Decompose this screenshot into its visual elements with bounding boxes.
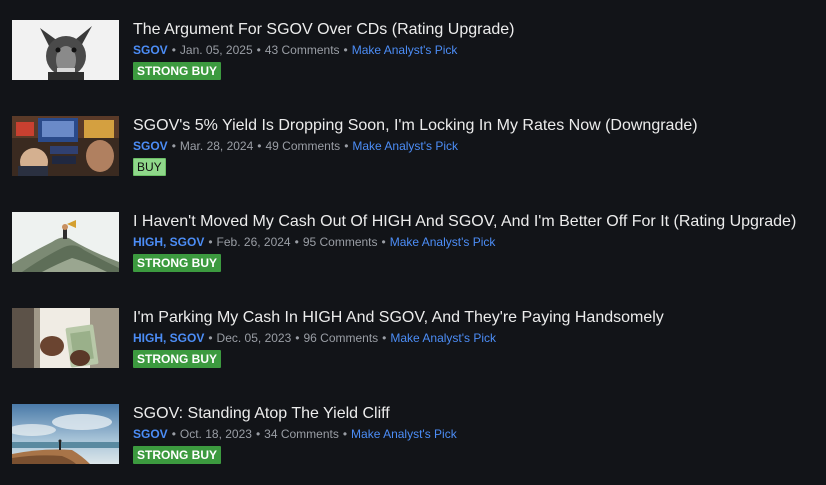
rating-badge: STRONG BUY <box>133 350 222 368</box>
rating-badge: BUY <box>133 158 166 176</box>
ticker-link[interactable]: SGOV <box>133 43 168 57</box>
comments-count[interactable]: 95 Comments <box>303 235 378 249</box>
separator-dot: • <box>342 427 348 441</box>
article-item: SGOV: Standing Atop The Yield Cliff SGOV… <box>12 404 812 466</box>
ticker-link[interactable]: HIGH, SGOV <box>133 331 204 345</box>
article-title[interactable]: I'm Parking My Cash In HIGH And SGOV, An… <box>133 308 664 328</box>
separator-dot: • <box>208 331 213 345</box>
separator-dot: • <box>255 427 261 441</box>
article-date: Dec. 05, 2023 <box>216 331 292 345</box>
article-title[interactable]: The Argument For SGOV Over CDs (Rating U… <box>133 20 514 40</box>
article-date: Mar. 28, 2024 <box>179 139 254 153</box>
article-meta: SGOV • Oct. 18, 2023 • 34 Comments • Make Anal… <box>133 426 457 442</box>
separator-dot: • <box>171 139 176 153</box>
money-pile-photo-icon[interactable] <box>12 212 119 272</box>
article-meta: HIGH, SGOV • Dec. 05, 2023 • 96 Comments • Mak… <box>133 330 664 346</box>
separator-dot: • <box>256 43 261 57</box>
article-item: SGOV's 5% Yield Is Dropping Soon, I'm Lo… <box>12 116 812 178</box>
separator-dot: • <box>257 139 262 153</box>
separator-dot: • <box>208 235 213 249</box>
article-meta: SGOV • Jan. 05, 2025 • 43 Comments • Make Anal… <box>133 42 514 58</box>
article-date: Oct. 18, 2023 <box>179 427 252 441</box>
make-analysts-pick-link[interactable]: Make Analyst's Pick <box>352 139 458 153</box>
ticker-link[interactable]: HIGH, SGOV <box>133 235 204 249</box>
make-analysts-pick-link[interactable]: Make Analyst's Pick <box>390 331 496 345</box>
separator-dot: • <box>343 43 348 57</box>
article-item: The Argument For SGOV Over CDs (Rating U… <box>12 20 812 82</box>
dog-photo-icon[interactable] <box>12 20 119 80</box>
article-title[interactable]: SGOV's 5% Yield Is Dropping Soon, I'm Lo… <box>133 116 698 136</box>
make-analysts-pick-link[interactable]: Make Analyst's Pick <box>352 43 458 57</box>
separator-dot: • <box>381 235 386 249</box>
comments-count[interactable]: 96 Comments <box>303 331 378 345</box>
rating-badge: STRONG BUY <box>133 62 222 80</box>
article-item: I'm Parking My Cash In HIGH And SGOV, An… <box>12 308 812 370</box>
comments-count[interactable]: 34 Comments <box>264 427 339 441</box>
article-date: Feb. 26, 2024 <box>216 235 291 249</box>
article-list: The Argument For SGOV Over CDs (Rating U… <box>0 0 826 485</box>
article-meta: SGOV • Mar. 28, 2024 • 49 Comments • Make Anal… <box>133 138 698 154</box>
trading-floor-photo-icon[interactable] <box>12 116 119 176</box>
article-item: I Haven't Moved My Cash Out Of HIGH And … <box>12 212 812 274</box>
article-date: Jan. 05, 2025 <box>179 43 253 57</box>
separator-dot: • <box>382 331 387 345</box>
cliff-landscape-photo-icon[interactable] <box>12 404 119 464</box>
ticker-link[interactable]: SGOV <box>133 427 168 441</box>
make-analysts-pick-link[interactable]: Make Analyst's Pick <box>390 235 496 249</box>
article-meta: HIGH, SGOV • Feb. 26, 2024 • 95 Comments • Mak… <box>133 234 796 250</box>
ticker-link[interactable]: SGOV <box>133 139 168 153</box>
cash-in-hand-photo-icon[interactable] <box>12 308 119 368</box>
comments-count[interactable]: 49 Comments <box>265 139 340 153</box>
separator-dot: • <box>171 427 176 441</box>
rating-badge: STRONG BUY <box>133 254 222 272</box>
separator-dot: • <box>171 43 176 57</box>
separator-dot: • <box>344 139 349 153</box>
separator-dot: • <box>295 331 300 345</box>
article-title[interactable]: SGOV: Standing Atop The Yield Cliff <box>133 404 457 424</box>
make-analysts-pick-link[interactable]: Make Analyst's Pick <box>351 427 457 441</box>
comments-count[interactable]: 43 Comments <box>265 43 340 57</box>
rating-badge: STRONG BUY <box>133 446 222 464</box>
separator-dot: • <box>294 235 299 249</box>
article-title[interactable]: I Haven't Moved My Cash Out Of HIGH And … <box>133 212 796 232</box>
